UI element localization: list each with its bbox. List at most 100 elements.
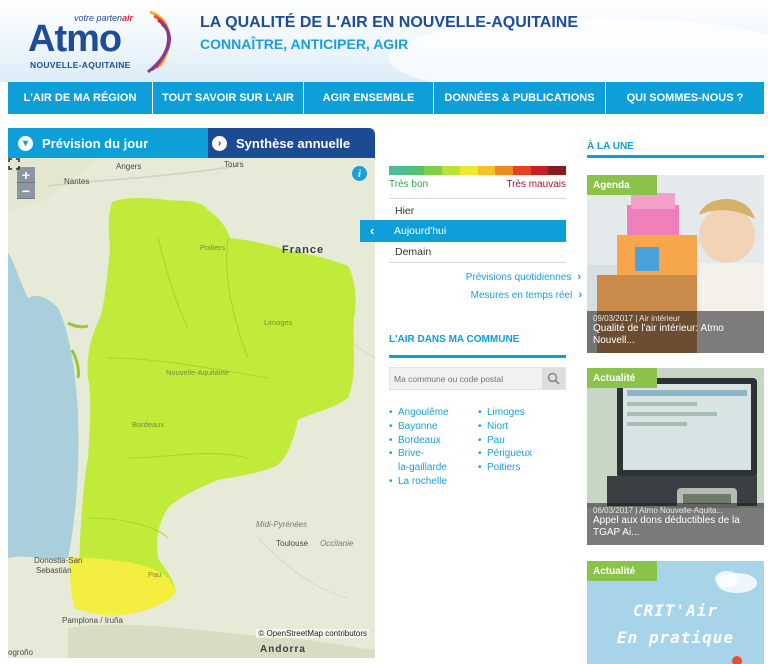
chevron-right-icon: › — [577, 271, 581, 283]
news-card-title: Appel aux dons déductibles de la TGAP Ai… — [593, 515, 740, 538]
news-card-caption: 06/03/2017 | Atmo Nouvelle-Aquita... App… — [587, 503, 764, 545]
map-label-bordeaux: Bordeaux — [132, 420, 165, 429]
site-subtitle: CONNAÎTRE, ANTICIPER, AGIR — [200, 36, 409, 52]
city-link-brive-cont[interactable]: •la-gaillarde — [389, 461, 449, 475]
air-quality-map[interactable]: Angers Tours Nantes Poitiers France Limo… — [8, 158, 375, 658]
city-list-right: Limoges Niort Pau Périgueux Poitiers — [478, 406, 532, 475]
city-link-bayonne[interactable]: Bayonne — [389, 420, 449, 434]
day-label: Aujourd'hui — [394, 225, 447, 237]
map-label-toulouse: Toulouse — [276, 539, 309, 548]
section-rule — [389, 355, 566, 358]
map-label-logrono: ogroño — [8, 648, 33, 657]
news-card-date: 09/03/2017 | Air intérieur — [593, 314, 681, 323]
city-link-perigueux[interactable]: Périgueux — [478, 447, 532, 461]
map-label-pau: Pau — [148, 570, 162, 579]
link-mesures-temps-reel[interactable]: Mesures en temps réel › — [471, 289, 582, 301]
scale-swatch — [406, 166, 425, 175]
map-attribution[interactable]: © OpenStreetMap contributors — [256, 629, 369, 638]
scale-swatch — [389, 166, 407, 175]
day-aujourdhui[interactable]: ‹ Aujourd'hui — [360, 220, 566, 242]
map-label-sebastian: Sebastián — [36, 566, 72, 575]
city-link-niort[interactable]: Niort — [478, 420, 532, 434]
search-button[interactable] — [542, 368, 565, 389]
main-nav: L'AIR DE MA RÉGION TOUT SAVOIR SUR L'AIR… — [8, 82, 764, 114]
nav-donnees-publications[interactable]: DONNÉES & PUBLICATIONS — [434, 82, 606, 114]
city-list-left: Angoulême Bayonne Bordeaux Brive- •la-ga… — [389, 406, 449, 489]
scale-swatch — [442, 166, 460, 175]
map-tabs: ▾ Prévision du jour › Synthèse annuelle — [8, 128, 375, 158]
air-quality-scale — [389, 166, 567, 175]
crit-air-title: CRIT'Air — [632, 601, 719, 620]
commune-search — [389, 367, 566, 390]
scale-swatch — [495, 166, 513, 175]
scale-swatch — [512, 166, 531, 175]
scale-swatch — [424, 166, 443, 175]
chevron-down-icon: ▾ — [18, 135, 33, 151]
news-card-caption: 09/03/2017 | Air intérieur Qualité de l'… — [587, 311, 764, 353]
tab-label: Prévision du jour — [42, 135, 149, 151]
map-label-nantes: Nantes — [64, 177, 90, 186]
logo-arcs-icon — [147, 10, 171, 74]
map-label-nouvelle-aquitaine: Nouvelle-Aquitaine — [166, 368, 229, 377]
news-card-date: 06/03/2017 | Atmo Nouvelle-Aquita... — [593, 506, 724, 515]
news-card[interactable]: Actualité CRIT'Air En pratique — [587, 561, 764, 664]
scale-good-label: Très bon — [389, 179, 429, 190]
atmo-logo[interactable]: votre partenair Atmo NOUVELLE-AQUITAINE — [26, 10, 176, 78]
news-card[interactable]: Actualité 06/03/2017 | Atmo Nouvelle-Aqu… — [587, 368, 764, 545]
day-demain[interactable]: Demain — [389, 242, 566, 262]
city-link-poitiers[interactable]: Poitiers — [478, 461, 532, 475]
map-label-angers: Angers — [116, 162, 142, 171]
tab-synthese-annuelle[interactable]: › Synthèse annuelle — [208, 128, 375, 158]
map-label-midi-pyrenees: Midi-Pyrénées — [256, 520, 308, 529]
crit-air-subtitle: En pratique — [617, 628, 734, 647]
scale-swatch — [548, 166, 567, 175]
map-label-andorra: Andorra — [260, 644, 306, 655]
map-label-limoges: Limoges — [264, 318, 293, 327]
link-label: Prévisions quotidiennes — [465, 271, 572, 283]
commune-search-input[interactable] — [390, 368, 542, 389]
news-card-tag: Agenda — [587, 175, 657, 195]
city-link-angouleme[interactable]: Angoulême — [389, 406, 449, 420]
city-link-pau[interactable]: Pau — [478, 434, 532, 448]
news-card-tag: Actualité — [587, 368, 657, 388]
tab-prevision-du-jour[interactable]: ▾ Prévision du jour — [8, 128, 208, 158]
news-section-title: À LA UNE — [587, 141, 634, 152]
nav-tout-savoir[interactable]: TOUT SAVOIR SUR L'AIR — [153, 82, 304, 114]
tab-label: Synthèse annuelle — [236, 135, 351, 151]
day-hier[interactable]: Hier — [389, 201, 566, 221]
site-title: LA QUALITÉ DE L'AIR EN NOUVELLE-AQUITAIN… — [200, 14, 579, 31]
city-link-bordeaux[interactable]: Bordeaux — [389, 434, 449, 448]
info-icon[interactable]: i — [352, 166, 367, 181]
commune-section-title: L'AIR DANS MA COMMUNE — [389, 334, 520, 345]
city-link-label: la-gaillarde — [398, 462, 447, 474]
map-label-pamplona: Pamplona / Iruña — [62, 616, 123, 625]
fullscreen-icon[interactable] — [8, 158, 20, 170]
site-header: votre partenair Atmo NOUVELLE-AQUITAINE … — [0, 0, 768, 82]
map-canvas — [8, 158, 375, 658]
link-label: Mesures en temps réel — [470, 289, 573, 301]
news-card-title: Qualité de l'air intérieur: Atmo Nouvell… — [593, 323, 724, 346]
nav-agir-ensemble[interactable]: AGIR ENSEMBLE — [304, 82, 434, 114]
chevron-left-icon: ‹ — [370, 223, 375, 238]
chevron-right-icon: › — [578, 289, 582, 301]
news-card-tag: Actualité — [587, 561, 657, 581]
divider — [389, 262, 566, 263]
city-link-limoges[interactable]: Limoges — [478, 406, 532, 420]
scale-swatch — [477, 166, 496, 175]
map-label-tours: Tours — [224, 160, 244, 169]
section-rule — [587, 155, 764, 158]
scale-swatch — [459, 166, 478, 175]
divider — [389, 198, 566, 199]
map-label-donostia: Donostia-San — [34, 556, 83, 565]
map-label-france: France — [282, 244, 325, 256]
link-previsions-quotidiennes[interactable]: Prévisions quotidiennes › — [466, 271, 581, 283]
news-card[interactable]: Agenda 09/03/2017 | Air intérieur Qualit… — [587, 175, 764, 353]
scale-bad-label: Très mauvais — [506, 179, 566, 190]
city-link-la-rochelle[interactable]: La rochelle — [389, 475, 449, 489]
search-icon — [547, 372, 560, 385]
nav-air-region[interactable]: L'AIR DE MA RÉGION — [8, 82, 153, 114]
nav-qui-sommes-nous[interactable]: QUI SOMMES-NOUS ? — [606, 82, 764, 114]
city-link-brive[interactable]: Brive- — [389, 447, 449, 461]
map-label-occitanie: Occitanie — [320, 539, 354, 548]
zoom-out-button[interactable]: − — [17, 183, 35, 199]
